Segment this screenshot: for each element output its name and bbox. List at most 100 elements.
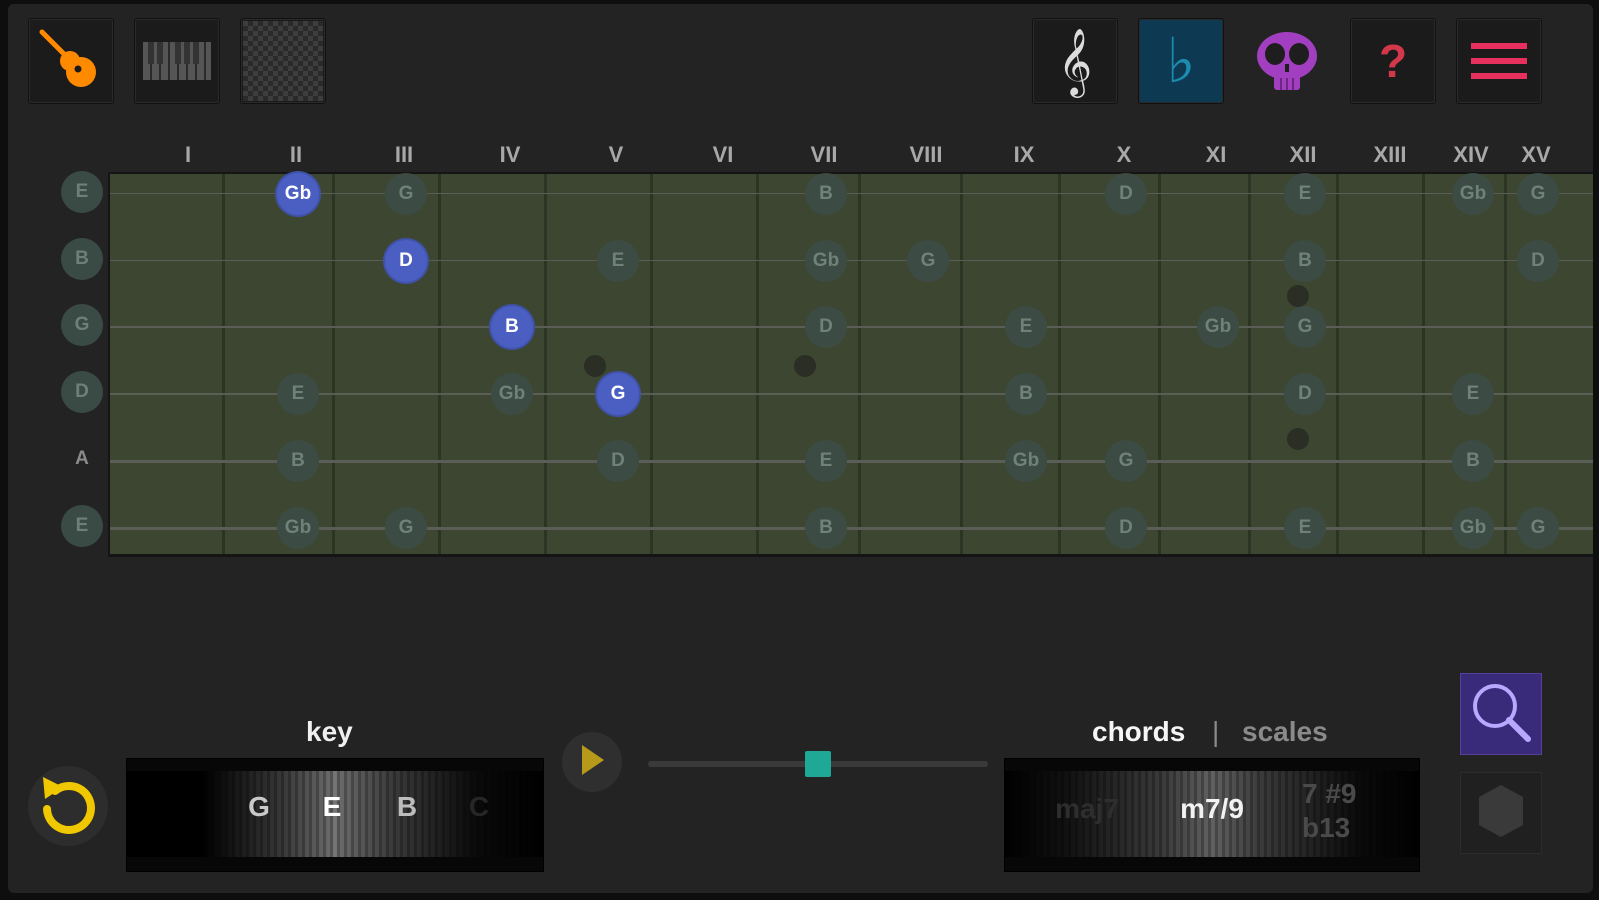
key-option-selected[interactable]: E: [323, 791, 342, 823]
checker-grid-icon: [243, 21, 323, 101]
piano-mode-button[interactable]: [134, 18, 220, 104]
guitar-string: [110, 326, 1593, 328]
question-mark-icon: ?: [1378, 35, 1408, 87]
shape-button[interactable]: [1460, 772, 1542, 854]
note-marker[interactable]: E: [1284, 507, 1326, 549]
note-marker[interactable]: G: [1105, 440, 1147, 482]
note-marker[interactable]: D: [1105, 507, 1147, 549]
note-marker[interactable]: Gb: [1452, 173, 1494, 215]
note-marker[interactable]: G: [1284, 306, 1326, 348]
note-marker[interactable]: D: [1284, 373, 1326, 415]
tab-separator: |: [1212, 716, 1220, 747]
note-marker[interactable]: E: [597, 240, 639, 282]
note-marker[interactable]: G: [1517, 173, 1559, 215]
note-marker[interactable]: Gb: [277, 507, 319, 549]
tab-scales[interactable]: scales: [1242, 716, 1328, 748]
highlighted-note-marker[interactable]: G: [597, 373, 639, 415]
highlighted-note-marker[interactable]: Gb: [277, 173, 319, 215]
fret-number: VII: [810, 142, 838, 167]
note-marker[interactable]: Gb: [1197, 306, 1239, 348]
note-marker[interactable]: B: [1284, 240, 1326, 282]
skull-button[interactable]: [1244, 18, 1330, 104]
fretboard[interactable]: Gb G B D E Gb G D E Gb G B D B D E Gb G E Gb G B D E B D E Gb G B Gb G B…: [108, 172, 1593, 557]
note-marker[interactable]: E: [1452, 373, 1494, 415]
help-button[interactable]: ?: [1350, 18, 1436, 104]
fret-wire: [332, 174, 335, 554]
guitar-mode-button[interactable]: [28, 18, 114, 104]
note-marker[interactable]: B: [277, 440, 319, 482]
play-button[interactable]: [562, 732, 622, 792]
note-marker[interactable]: B: [805, 173, 847, 215]
note-marker[interactable]: G: [1517, 507, 1559, 549]
open-string-note[interactable]: A: [61, 438, 103, 480]
fret-inlay-dot: [1287, 428, 1309, 450]
grid-mode-button[interactable]: [240, 18, 326, 104]
guitar-string: [110, 393, 1593, 395]
piano-icon: [142, 41, 212, 81]
fret-wire: [756, 174, 759, 554]
fret-inlay-dot: [1287, 285, 1309, 307]
open-string-note[interactable]: E: [61, 171, 103, 213]
search-icon: [1468, 679, 1534, 750]
note-marker[interactable]: B: [805, 507, 847, 549]
fret-number: V: [608, 142, 624, 167]
guitar-string: [110, 460, 1593, 463]
open-string-note[interactable]: G: [61, 304, 103, 346]
fret-wire: [544, 174, 547, 554]
search-button[interactable]: [1460, 673, 1542, 755]
chord-option[interactable]: 7 #9 b13: [1302, 777, 1368, 845]
open-string-note[interactable]: B: [61, 238, 103, 280]
fret-number: I: [184, 142, 192, 167]
guitar-string: [110, 193, 1593, 194]
fret-number: XII: [1289, 142, 1317, 167]
flat-icon: ♭: [1166, 24, 1196, 97]
note-marker[interactable]: D: [597, 440, 639, 482]
highlighted-note-marker[interactable]: B: [491, 306, 533, 348]
notation-button[interactable]: 𝄞: [1032, 18, 1118, 104]
fret-wire: [960, 174, 963, 554]
treble-clef-icon: 𝄞: [1057, 27, 1093, 95]
open-string-note[interactable]: D: [61, 371, 103, 413]
fret-number: IX: [1013, 142, 1035, 167]
note-marker[interactable]: G: [907, 240, 949, 282]
reset-button[interactable]: [28, 766, 108, 846]
highlighted-note-marker[interactable]: D: [385, 240, 427, 282]
note-marker[interactable]: E: [1005, 306, 1047, 348]
fret-inlay-dot: [794, 355, 816, 377]
skull-icon: [1254, 28, 1320, 94]
fret-number: XIII: [1373, 142, 1407, 167]
tempo-slider[interactable]: [648, 751, 988, 777]
note-marker[interactable]: E: [1284, 173, 1326, 215]
note-marker[interactable]: G: [385, 507, 427, 549]
chord-option[interactable]: maj7: [1055, 793, 1119, 825]
key-option[interactable]: B: [397, 791, 417, 823]
note-marker[interactable]: D: [1517, 240, 1559, 282]
note-marker[interactable]: Gb: [805, 240, 847, 282]
open-string-note[interactable]: E: [61, 505, 103, 547]
note-marker[interactable]: E: [805, 440, 847, 482]
key-picker[interactable]: GEBC: [126, 758, 544, 872]
menu-button[interactable]: [1456, 18, 1542, 104]
note-marker[interactable]: Gb: [1452, 507, 1494, 549]
note-marker[interactable]: B: [1452, 440, 1494, 482]
guitar-string: [110, 527, 1593, 530]
key-option[interactable]: G: [248, 791, 270, 823]
note-marker[interactable]: E: [277, 373, 319, 415]
undo-arrow-icon: [33, 769, 103, 844]
note-marker[interactable]: Gb: [1005, 440, 1047, 482]
note-marker[interactable]: G: [385, 173, 427, 215]
note-marker[interactable]: Gb: [491, 373, 533, 415]
note-marker[interactable]: B: [1005, 373, 1047, 415]
flat-toggle-button[interactable]: ♭: [1138, 18, 1224, 104]
tab-chords[interactable]: chords: [1092, 716, 1185, 748]
guitar-icon: [36, 26, 106, 96]
note-marker[interactable]: D: [805, 306, 847, 348]
fret-number: IV: [499, 142, 521, 167]
tempo-slider-thumb[interactable]: [805, 751, 831, 777]
fret-number: XIV: [1453, 142, 1489, 167]
chord-picker[interactable]: maj7 m7/9 7 #9 b13: [1004, 758, 1420, 872]
key-option[interactable]: C: [469, 791, 489, 823]
fret-number: VI: [712, 142, 734, 167]
chord-option-selected[interactable]: m7/9: [1180, 793, 1244, 825]
note-marker[interactable]: D: [1105, 173, 1147, 215]
